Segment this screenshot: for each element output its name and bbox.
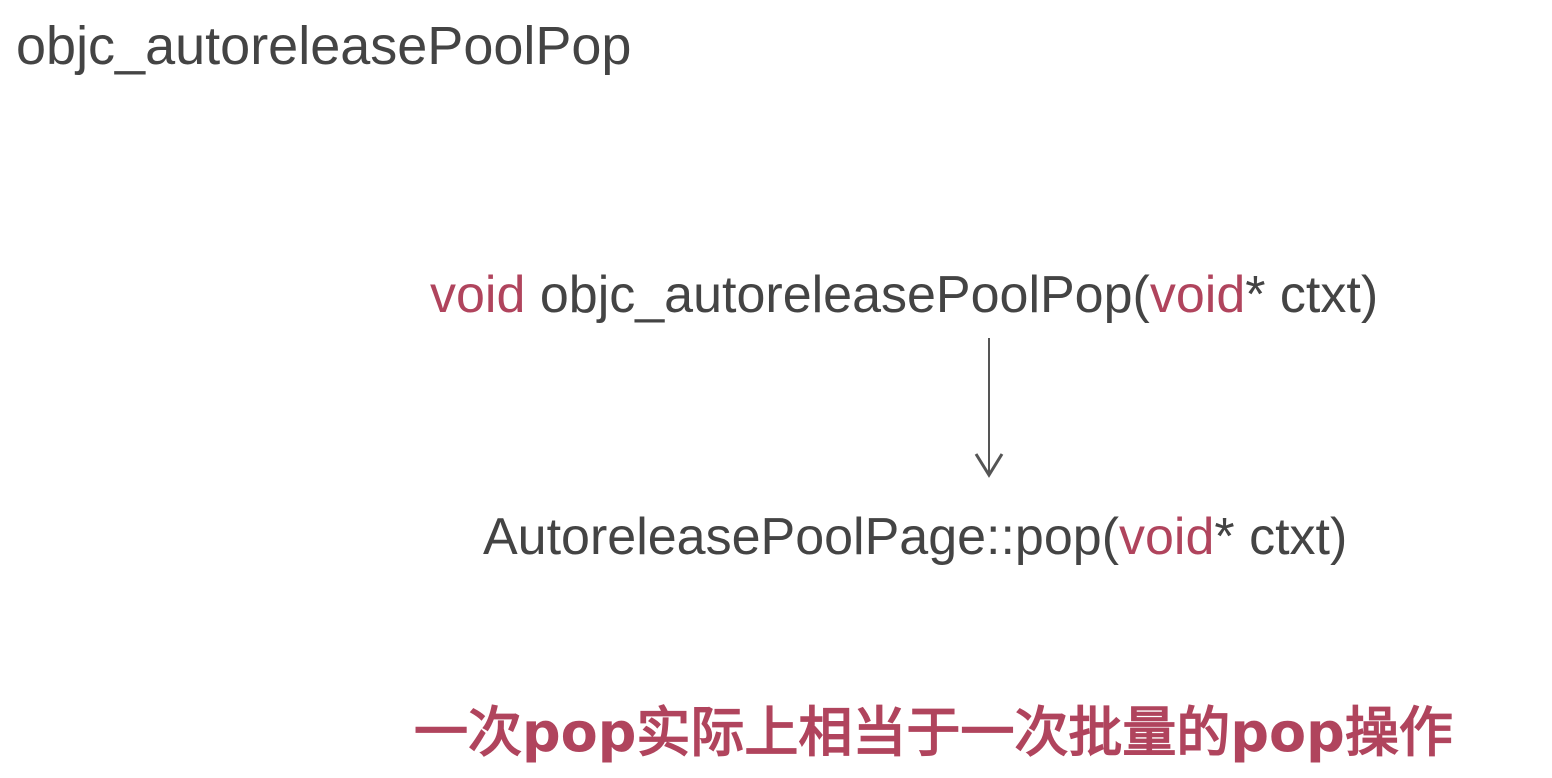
param-type-keyword: void bbox=[1149, 266, 1246, 324]
method-name: AutoreleasePoolPage::pop( bbox=[483, 508, 1120, 566]
function-name: objc_autoreleasePoolPop( bbox=[525, 266, 1150, 324]
param-rest: * ctxt) bbox=[1245, 266, 1379, 324]
slide-title: objc_autoreleasePoolPop bbox=[16, 16, 632, 76]
summary-note: 一次pop实际上相当于一次批量的pop操作 bbox=[414, 701, 1453, 764]
param-rest: * ctxt) bbox=[1214, 508, 1348, 566]
code-line-pool-page-pop: AutoreleasePoolPage::pop(void* ctxt) bbox=[483, 506, 1347, 568]
param-type-keyword: void bbox=[1119, 508, 1215, 566]
down-arrow-icon bbox=[974, 338, 1004, 478]
code-line-autoreleasepoolpop: void objc_autoreleasePoolPop(void* ctxt) bbox=[430, 264, 1378, 326]
return-type-keyword: void bbox=[430, 266, 526, 324]
